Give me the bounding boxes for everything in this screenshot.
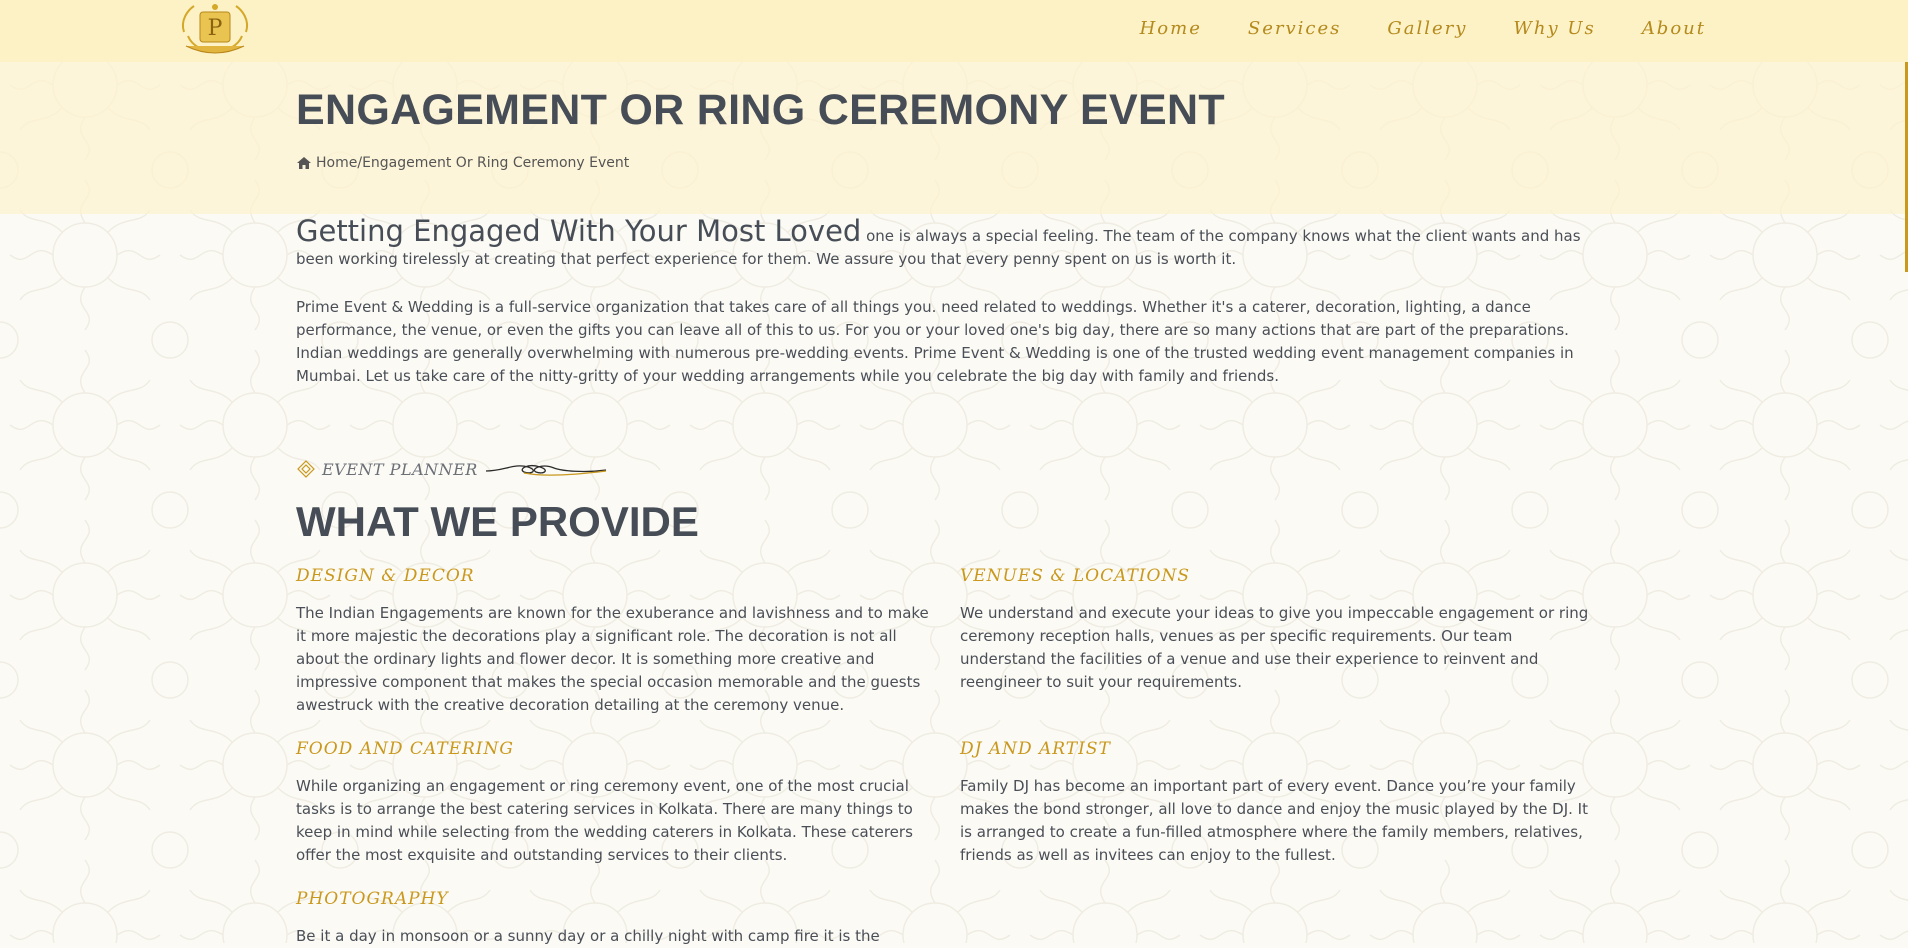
site-header: P Home Services Gallery Why Us About — [0, 0, 1908, 62]
feature-text: We understand and execute your ideas to … — [960, 604, 1589, 691]
intro-paragraph: Getting Engaged With Your Most Loved one… — [296, 217, 1596, 271]
feature-dj-artist: DJ AND ARTIST Family DJ has become an im… — [960, 739, 1590, 867]
feature-food-catering: FOOD AND CATERING While organizing an en… — [296, 739, 932, 867]
section-eyebrow: EVENT PLANNER — [296, 459, 608, 479]
home-icon — [297, 157, 311, 169]
feature-text: While organizing an engagement or ring c… — [296, 777, 913, 864]
feature-title: PHOTOGRAPHY — [296, 889, 449, 909]
description-paragraph: Prime Event & Wedding is a full-service … — [296, 298, 1574, 385]
feature-title: DESIGN & DECOR — [296, 566, 475, 586]
page-hero-band — [0, 62, 1908, 214]
breadcrumb: Home / Engagement Or Ring Ceremony Event — [296, 155, 629, 171]
page-title: ENGAGEMENT OR RING CEREMONY EVENT — [296, 86, 1225, 134]
section-title: WHAT WE PROVIDE — [296, 498, 699, 545]
feature-design-decor: DESIGN & DECOR The Indian Engagements ar… — [296, 566, 932, 717]
feature-text: The Indian Engagements are known for the… — [296, 604, 929, 714]
feature-title: DJ AND ARTIST — [960, 739, 1111, 759]
brand-logo[interactable]: P — [174, 2, 256, 58]
eyebrow-label: EVENT PLANNER — [322, 459, 478, 479]
nav-home[interactable]: Home — [1140, 18, 1202, 39]
nav-about[interactable]: About — [1642, 18, 1706, 39]
ornament-icon — [297, 460, 315, 478]
nav-services[interactable]: Services — [1248, 18, 1341, 39]
breadcrumb-current: Engagement Or Ring Ceremony Event — [362, 155, 630, 171]
feature-text: Family DJ has become an important part o… — [960, 777, 1588, 864]
breadcrumb-home-link[interactable]: Home — [316, 155, 357, 171]
main-nav: Home Services Gallery Why Us About — [1094, 18, 1706, 39]
feature-photography: PHOTOGRAPHY Be it a day in monsoon or a … — [296, 889, 932, 948]
feature-title: FOOD AND CATERING — [296, 739, 514, 759]
flourish-divider — [485, 465, 606, 476]
svg-text:P: P — [208, 16, 223, 41]
intro-lead: Getting Engaged With Your Most Loved — [296, 214, 862, 248]
feature-venues-locations: VENUES & LOCATIONS We understand and exe… — [960, 566, 1590, 694]
nav-gallery[interactable]: Gallery — [1387, 18, 1467, 39]
nav-why-us[interactable]: Why Us — [1513, 18, 1595, 39]
feature-title: VENUES & LOCATIONS — [960, 566, 1190, 586]
feature-text: Be it a day in monsoon or a sunny day or… — [296, 927, 880, 945]
